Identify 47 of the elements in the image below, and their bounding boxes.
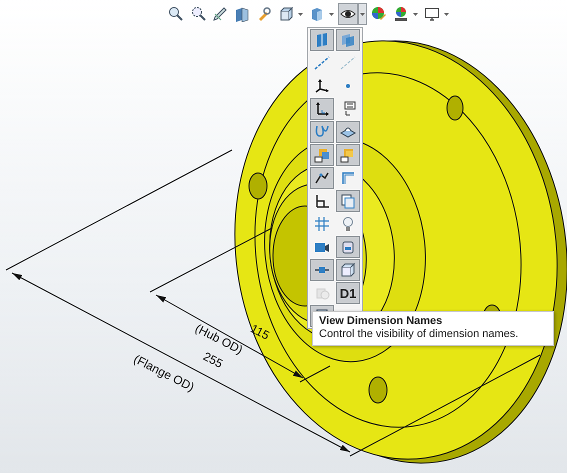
plane-icon xyxy=(314,32,330,48)
caret-icon xyxy=(413,12,418,16)
sketch-icon xyxy=(314,170,330,186)
cube-icon xyxy=(309,6,325,22)
coordinate-axes-icon xyxy=(314,101,330,117)
light-bulb-icon xyxy=(340,216,356,232)
cylinder-icon xyxy=(340,239,356,255)
box-icon xyxy=(340,193,356,209)
dimension-name-button[interactable]: D1 xyxy=(336,282,360,304)
bolt-hole xyxy=(248,172,268,200)
dimension-value[interactable]: 115 xyxy=(248,322,272,342)
flyout-button[interactable] xyxy=(336,144,360,166)
pencil-icon xyxy=(212,6,228,22)
zoom-area-icon xyxy=(190,6,206,22)
flyout-button[interactable] xyxy=(336,190,360,212)
corner-icon xyxy=(340,170,356,186)
caret-icon xyxy=(329,12,334,16)
flyout-button[interactable] xyxy=(336,259,360,281)
zoom-to-fit-icon xyxy=(168,6,184,22)
flyout-button[interactable] xyxy=(310,144,334,166)
grid-icon xyxy=(314,216,330,232)
flyout-button[interactable] xyxy=(336,121,360,143)
caret-icon xyxy=(298,12,303,16)
bolt-hole xyxy=(368,376,388,404)
cube-icon xyxy=(278,6,294,22)
scene-icon xyxy=(393,6,409,22)
tooltip-description: Control the visibility of dimension names. xyxy=(319,328,520,341)
dropdown-button[interactable] xyxy=(358,3,367,25)
box-icon xyxy=(340,262,356,278)
axis-icon xyxy=(340,55,356,71)
cube-label-icon xyxy=(314,147,330,163)
flyout-button[interactable] xyxy=(310,98,334,120)
tooltip-title: View Dimension Names xyxy=(319,315,444,328)
color-ball-icon xyxy=(371,6,387,22)
cube-label-icon xyxy=(340,147,356,163)
planes-icon xyxy=(340,32,356,48)
caret-icon xyxy=(444,12,449,16)
axis-icon xyxy=(314,55,330,71)
monitor-icon xyxy=(424,6,440,22)
caret-icon xyxy=(360,12,365,16)
dimension-value[interactable]: 255 xyxy=(201,350,225,370)
flyout-button[interactable] xyxy=(310,167,334,189)
toolbar-button[interactable] xyxy=(338,3,358,25)
dimension-icon xyxy=(314,193,330,209)
bolt-hole xyxy=(446,96,464,120)
section-view-icon xyxy=(234,6,250,22)
coordinate-axes-icon xyxy=(314,78,330,94)
